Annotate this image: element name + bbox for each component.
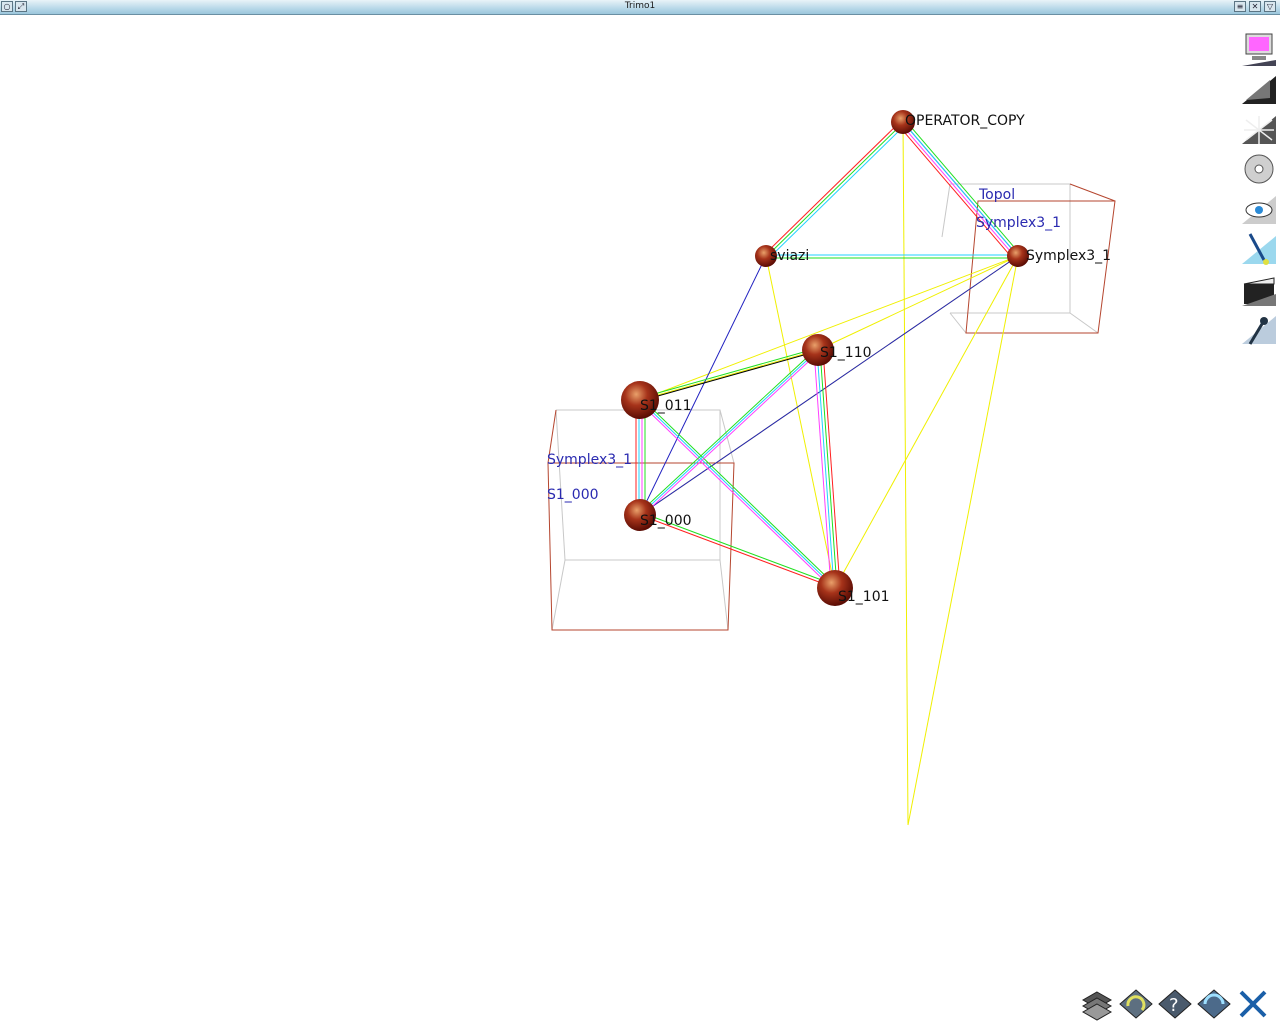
node-label: S1_110 [820,345,872,361]
monitor-icon[interactable] [1240,30,1278,68]
refresh-icon[interactable] [1196,986,1232,1022]
window-title: Trimo1 [624,1,656,11]
clapperboard-icon[interactable] [1240,270,1278,308]
node-s-000[interactable]: S1_000 [624,499,692,531]
node-label: OPERATOR_COPY [905,113,1025,129]
bottom-toolbar: ? [1075,984,1280,1024]
blue-edges [639,121,1019,516]
help-icon[interactable]: ? [1157,986,1193,1022]
rotate-icon[interactable] [1118,986,1154,1022]
left-box-name-label: Symplex3_1 [547,452,632,468]
node-s-110[interactable]: S1_110 [802,334,872,366]
layers-icon[interactable] [1079,986,1115,1022]
envelope-icon[interactable] [1240,70,1278,108]
right-box-top-label: Topol [978,187,1015,203]
cd-icon[interactable] [1240,150,1278,188]
window-minimize-button[interactable]: ▽ [1264,1,1276,12]
left-box-sub-label: S1_000 [547,487,599,503]
node-label: sviazi [770,248,809,264]
web-icon[interactable] [1240,110,1278,148]
window-close-button[interactable]: ✕ [1249,1,1261,12]
scene-viewport[interactable]: Topol Symplex3_1 Symplex3_1 S1_000 OPERA… [0,15,1236,1024]
node-operator-copy[interactable]: OPERATOR_COPY [891,110,1025,134]
node-symplex3-1[interactable]: Symplex3_1 [1007,245,1111,267]
node-label: S1_011 [640,398,692,414]
node-label: S1_000 [640,513,692,529]
brush-icon[interactable] [1240,230,1278,268]
right-box-name-label: Symplex3_1 [976,215,1061,231]
eye-icon[interactable] [1240,190,1278,228]
node-label: Symplex3_1 [1026,248,1111,264]
window-options-button[interactable]: ≡ [1234,1,1246,12]
close-x-icon[interactable] [1235,986,1271,1022]
node-s-101[interactable]: S1_101 [817,570,890,606]
node-sviazi[interactable]: sviazi [755,245,809,267]
side-toolbar [1238,15,1280,355]
node-label: S1_101 [838,589,890,605]
microphone-icon[interactable] [1240,310,1278,348]
svg-text:?: ? [1169,995,1179,1016]
window-titlebar: ○ ⤢ Trimo1 ≡ ✕ ▽ [0,0,1280,15]
